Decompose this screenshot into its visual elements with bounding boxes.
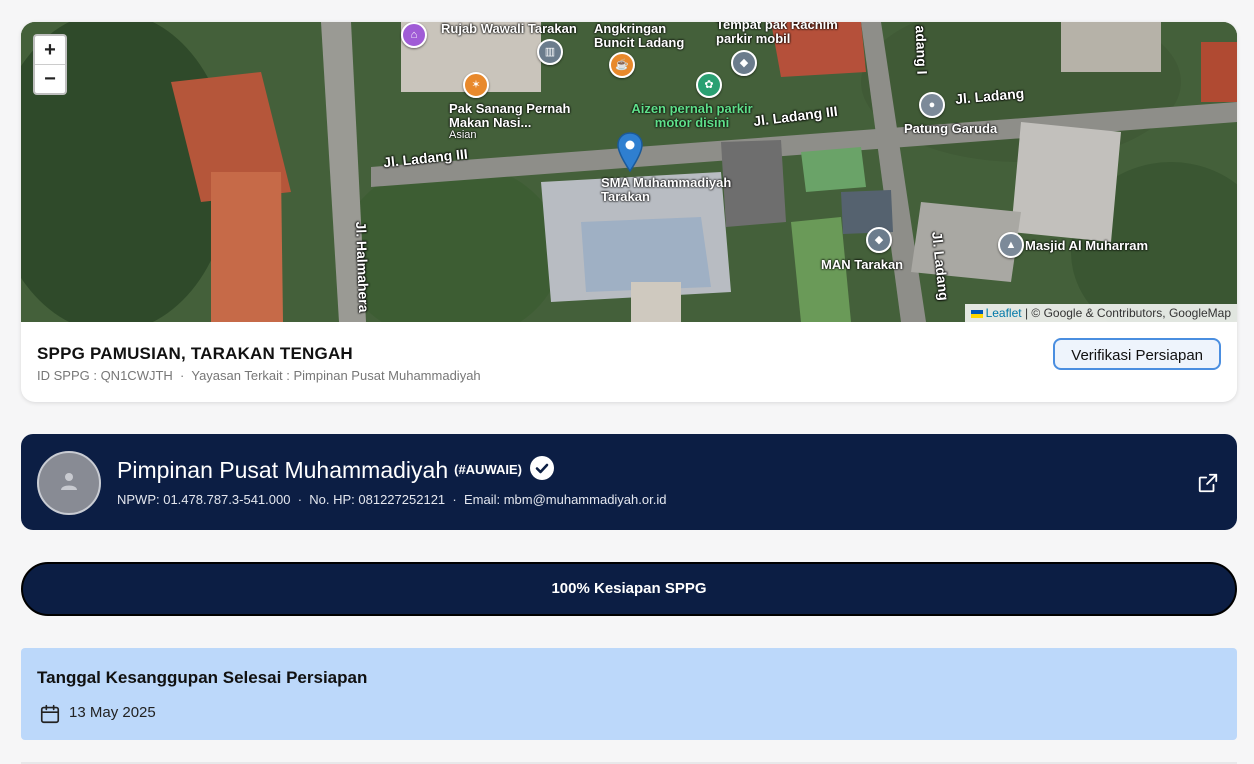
readiness-button[interactable]: 100% Kesiapan SPPG	[21, 562, 1237, 616]
map-label-masjid: Masjid Al Muharram	[1025, 238, 1149, 253]
meta-separator: ·	[452, 492, 457, 507]
user-placeholder-icon	[61, 473, 77, 490]
verify-preparation-button[interactable]: Verifikasi Persiapan	[1053, 338, 1221, 370]
ukraine-flag-icon	[970, 309, 983, 318]
organization-name: Pimpinan Pusat Muhammadiyah	[117, 457, 449, 483]
organization-npwp: NPWP: 01.478.787.3-541.000	[117, 492, 291, 507]
sppg-yayasan: Yayasan Terkait : Pimpinan Pusat Muhamma…	[191, 368, 481, 383]
street-label-ladang-top: adang I	[912, 25, 931, 75]
selected-location-marker-icon[interactable]	[617, 132, 643, 172]
street-label-halmahera: Jl. Halmahera	[352, 221, 373, 313]
sppg-meta: ID SPPG : QN1CWJTH · Yayasan Terkait : P…	[37, 368, 481, 383]
completion-date-card: Tanggal Kesanggupan Selesai Persiapan 13…	[21, 648, 1237, 740]
map-label-tempat-rachim: Tempat pak Rachim parkir mobil	[716, 22, 838, 46]
completion-date-title: Tanggal Kesanggupan Selesai Persiapan	[37, 668, 368, 687]
organization-meta: NPWP: 01.478.787.3-541.000 · No. HP: 081…	[117, 492, 666, 507]
map-label-aizen: Aizen pernah parkir motor disini	[631, 101, 753, 130]
organization-phone: No. HP: 081227252121	[309, 492, 446, 507]
lodging-poi-icon[interactable]: ⌂	[401, 22, 427, 48]
mosque-poi-icon[interactable]: ▲	[998, 232, 1024, 258]
external-link-icon[interactable]	[1197, 472, 1219, 494]
attribution-text: | © Google & Contributors, GoogleMap	[1024, 306, 1231, 320]
map-label-angkringan: Angkringan Buncit Ladang	[594, 22, 685, 50]
meta-separator: ·	[180, 368, 185, 383]
sppg-location-card: + − ⌂ Rujab Wawali Tarakan ▥ Angkringan …	[21, 22, 1237, 402]
leaflet-link[interactable]: Leaflet	[986, 306, 1022, 320]
map-label-asian: Asian	[449, 129, 477, 141]
organization-email: Email: mbm@muhammadiyah.or.id	[463, 492, 667, 507]
map-attribution: Leaflet | © Google & Contributors, Googl…	[964, 304, 1237, 322]
map-label-man: MAN Tarakan	[821, 257, 904, 272]
zoom-control: + −	[33, 34, 67, 95]
satellite-map[interactable]: + − ⌂ Rujab Wawali Tarakan ▥ Angkringan …	[21, 22, 1237, 322]
park-poi-icon[interactable]: ✿	[696, 72, 722, 98]
man-school-poi-icon[interactable]: ◆	[866, 227, 892, 253]
museum-poi-icon[interactable]: ▥	[537, 39, 563, 65]
sppg-title: SPPG PAMUSIAN, TARAKAN TENGAH	[37, 344, 353, 363]
organization-card: Pimpinan Pusat Muhammadiyah (#AUWAIE) NPW…	[21, 434, 1237, 530]
map-label-rujab: Rujab Wawali Tarakan	[441, 22, 577, 36]
avatar	[37, 451, 101, 515]
verified-check-icon	[530, 456, 554, 480]
meta-separator: ·	[297, 492, 303, 507]
sppg-id: ID SPPG : QN1CWJTH	[37, 368, 173, 383]
calendar-icon	[40, 704, 60, 724]
zoom-in-button[interactable]: +	[35, 36, 65, 64]
cafe-poi-icon[interactable]: ☕	[609, 52, 635, 78]
organization-name-row: Pimpinan Pusat Muhammadiyah (#AUWAIE)	[117, 456, 554, 484]
map-label-pak-sanang: Pak Sanang Pernah Makan Nasi...	[449, 101, 571, 130]
organization-code: (#AUWAIE)	[454, 462, 522, 477]
map-label-sma: SMA Muhammadiyah Tarakan	[601, 175, 732, 204]
zoom-out-button[interactable]: −	[35, 64, 65, 93]
completion-date-value: 13 May 2025	[69, 704, 156, 721]
map-label-patung: Patung Garuda	[904, 121, 998, 136]
school-poi-icon[interactable]: ◆	[731, 50, 757, 76]
landmark-poi-icon[interactable]: ●	[919, 92, 945, 118]
restaurant-poi-icon[interactable]: ✶	[463, 72, 489, 98]
